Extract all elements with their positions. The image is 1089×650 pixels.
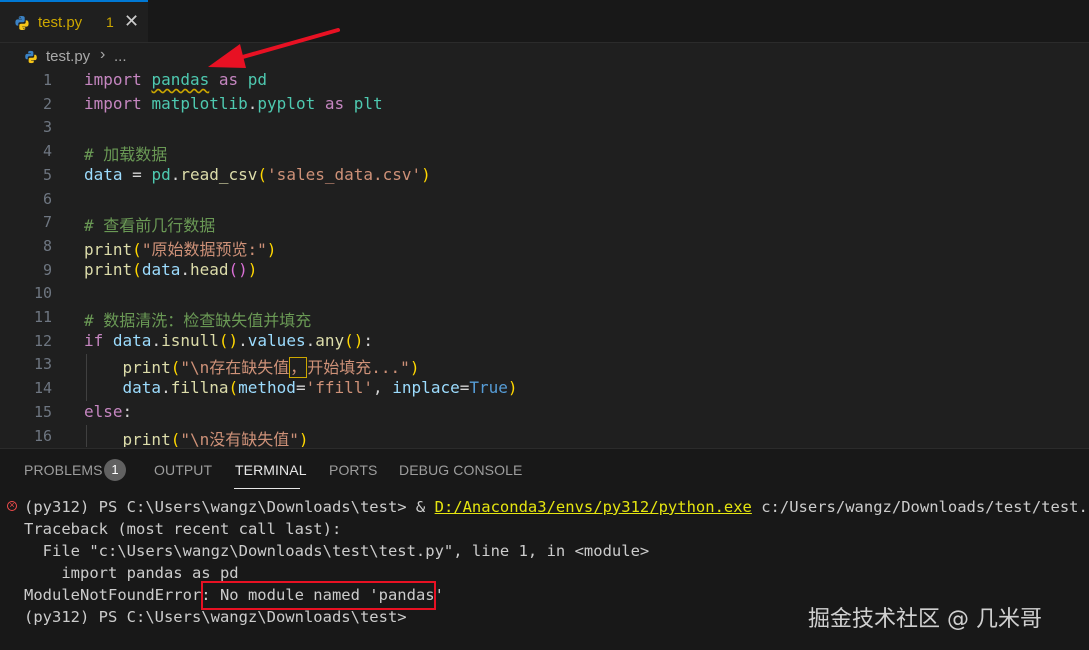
code-line: 3 <box>0 116 1089 140</box>
code-line: 6 <box>0 188 1089 212</box>
code-line: 14 data.fillna(method='ffill', inplace=T… <box>0 377 1089 401</box>
code-comment: # 数据清洗：检查缺失值并填充 <box>84 311 312 330</box>
unresolved-import-token: pandas <box>151 70 210 89</box>
line-number: 8 <box>42 236 52 255</box>
active-tab-indicator <box>234 488 300 489</box>
line-number: 14 <box>33 379 52 398</box>
code-line: 4 # 加载数据 <box>0 140 1089 164</box>
editor-tab-bar: test.py 1 ✕ <box>0 0 1089 43</box>
tab-filename: test.py <box>38 14 83 31</box>
text-cursor-highlight: ， <box>289 357 308 379</box>
breadcrumb-symbols[interactable]: ... <box>114 48 127 65</box>
line-number: 4 <box>42 142 52 161</box>
line-number: 13 <box>33 355 52 374</box>
code-line: 8 print("原始数据预览:") <box>0 235 1089 259</box>
chevron-right-icon: › <box>100 46 106 63</box>
tab-ports[interactable]: PORTS <box>329 462 377 478</box>
line-number: 9 <box>42 260 52 279</box>
terminal-line: Traceback (most recent call last): <box>24 520 342 538</box>
code-line: 10 <box>0 282 1089 306</box>
code-comment: # 加载数据 <box>84 145 168 165</box>
close-icon[interactable]: ✕ <box>124 11 139 32</box>
code-line: 1 import pandas as pd <box>0 69 1089 93</box>
python-path-link[interactable]: D:/Anaconda3/envs/py312/python.exe <box>435 498 752 516</box>
line-number: 16 <box>33 426 52 445</box>
breadcrumb-file[interactable]: test.py <box>46 48 90 65</box>
line-number: 3 <box>42 118 52 137</box>
terminal-line: (py312) PS C:\Users\wangz\Downloads\test… <box>24 498 1089 516</box>
tab-terminal[interactable]: TERMINAL <box>235 462 307 478</box>
code-line: 7 # 查看前几行数据 <box>0 211 1089 235</box>
line-number: 11 <box>33 308 52 326</box>
tab-test-py[interactable]: test.py 1 ✕ <box>0 0 148 42</box>
code-line: 15 else: <box>0 401 1089 425</box>
line-number: 1 <box>42 71 52 89</box>
terminal-prompt: (py312) PS C:\Users\wangz\Downloads\test… <box>24 608 407 626</box>
code-editor[interactable]: 1 import pandas as pd 2 import matplotli… <box>0 69 1089 447</box>
line-number: 5 <box>42 165 52 184</box>
line-number: 2 <box>42 94 52 113</box>
line-number: 6 <box>42 189 52 208</box>
code-line: 9 print(data.head()) <box>0 259 1089 283</box>
problems-count-badge: 1 <box>104 459 126 481</box>
code-line: 11 # 数据清洗：检查缺失值并填充 <box>0 306 1089 330</box>
breadcrumb: test.py › ... <box>0 43 1089 69</box>
python-file-icon <box>15 16 29 30</box>
code-comment: # 查看前几行数据 <box>84 216 216 236</box>
code-line: 2 import matplotlib.pyplot as plt <box>0 93 1089 117</box>
code-token: import <box>84 70 142 89</box>
line-number: 15 <box>33 402 52 421</box>
tab-problems[interactable]: PROBLEMS <box>24 462 103 478</box>
tab-output[interactable]: OUTPUT <box>154 462 212 478</box>
code-line: 16 print("\n没有缺失值") <box>0 425 1089 448</box>
line-number: 12 <box>33 331 52 350</box>
terminal-line: File "c:\Users\wangz\Downloads\test\test… <box>24 542 650 560</box>
watermark: 掘金技术社区 @ 几米哥 <box>808 607 1042 632</box>
line-number: 7 <box>42 213 52 232</box>
line-number: 10 <box>33 284 52 303</box>
annotation-highlight-box <box>201 581 436 610</box>
code-line: 13 print("\n存在缺失值，开始填充...") <box>0 353 1089 379</box>
python-file-icon <box>25 50 37 64</box>
tab-debug-console[interactable]: DEBUG CONSOLE <box>399 462 522 478</box>
code-line: 12 if data.isnull().values.any(): <box>0 330 1089 354</box>
error-decoration-icon: × <box>7 501 17 511</box>
tab-problem-count: 1 <box>106 14 114 30</box>
code-line: 5 data = pd.read_csv('sales_data.csv') <box>0 164 1089 188</box>
